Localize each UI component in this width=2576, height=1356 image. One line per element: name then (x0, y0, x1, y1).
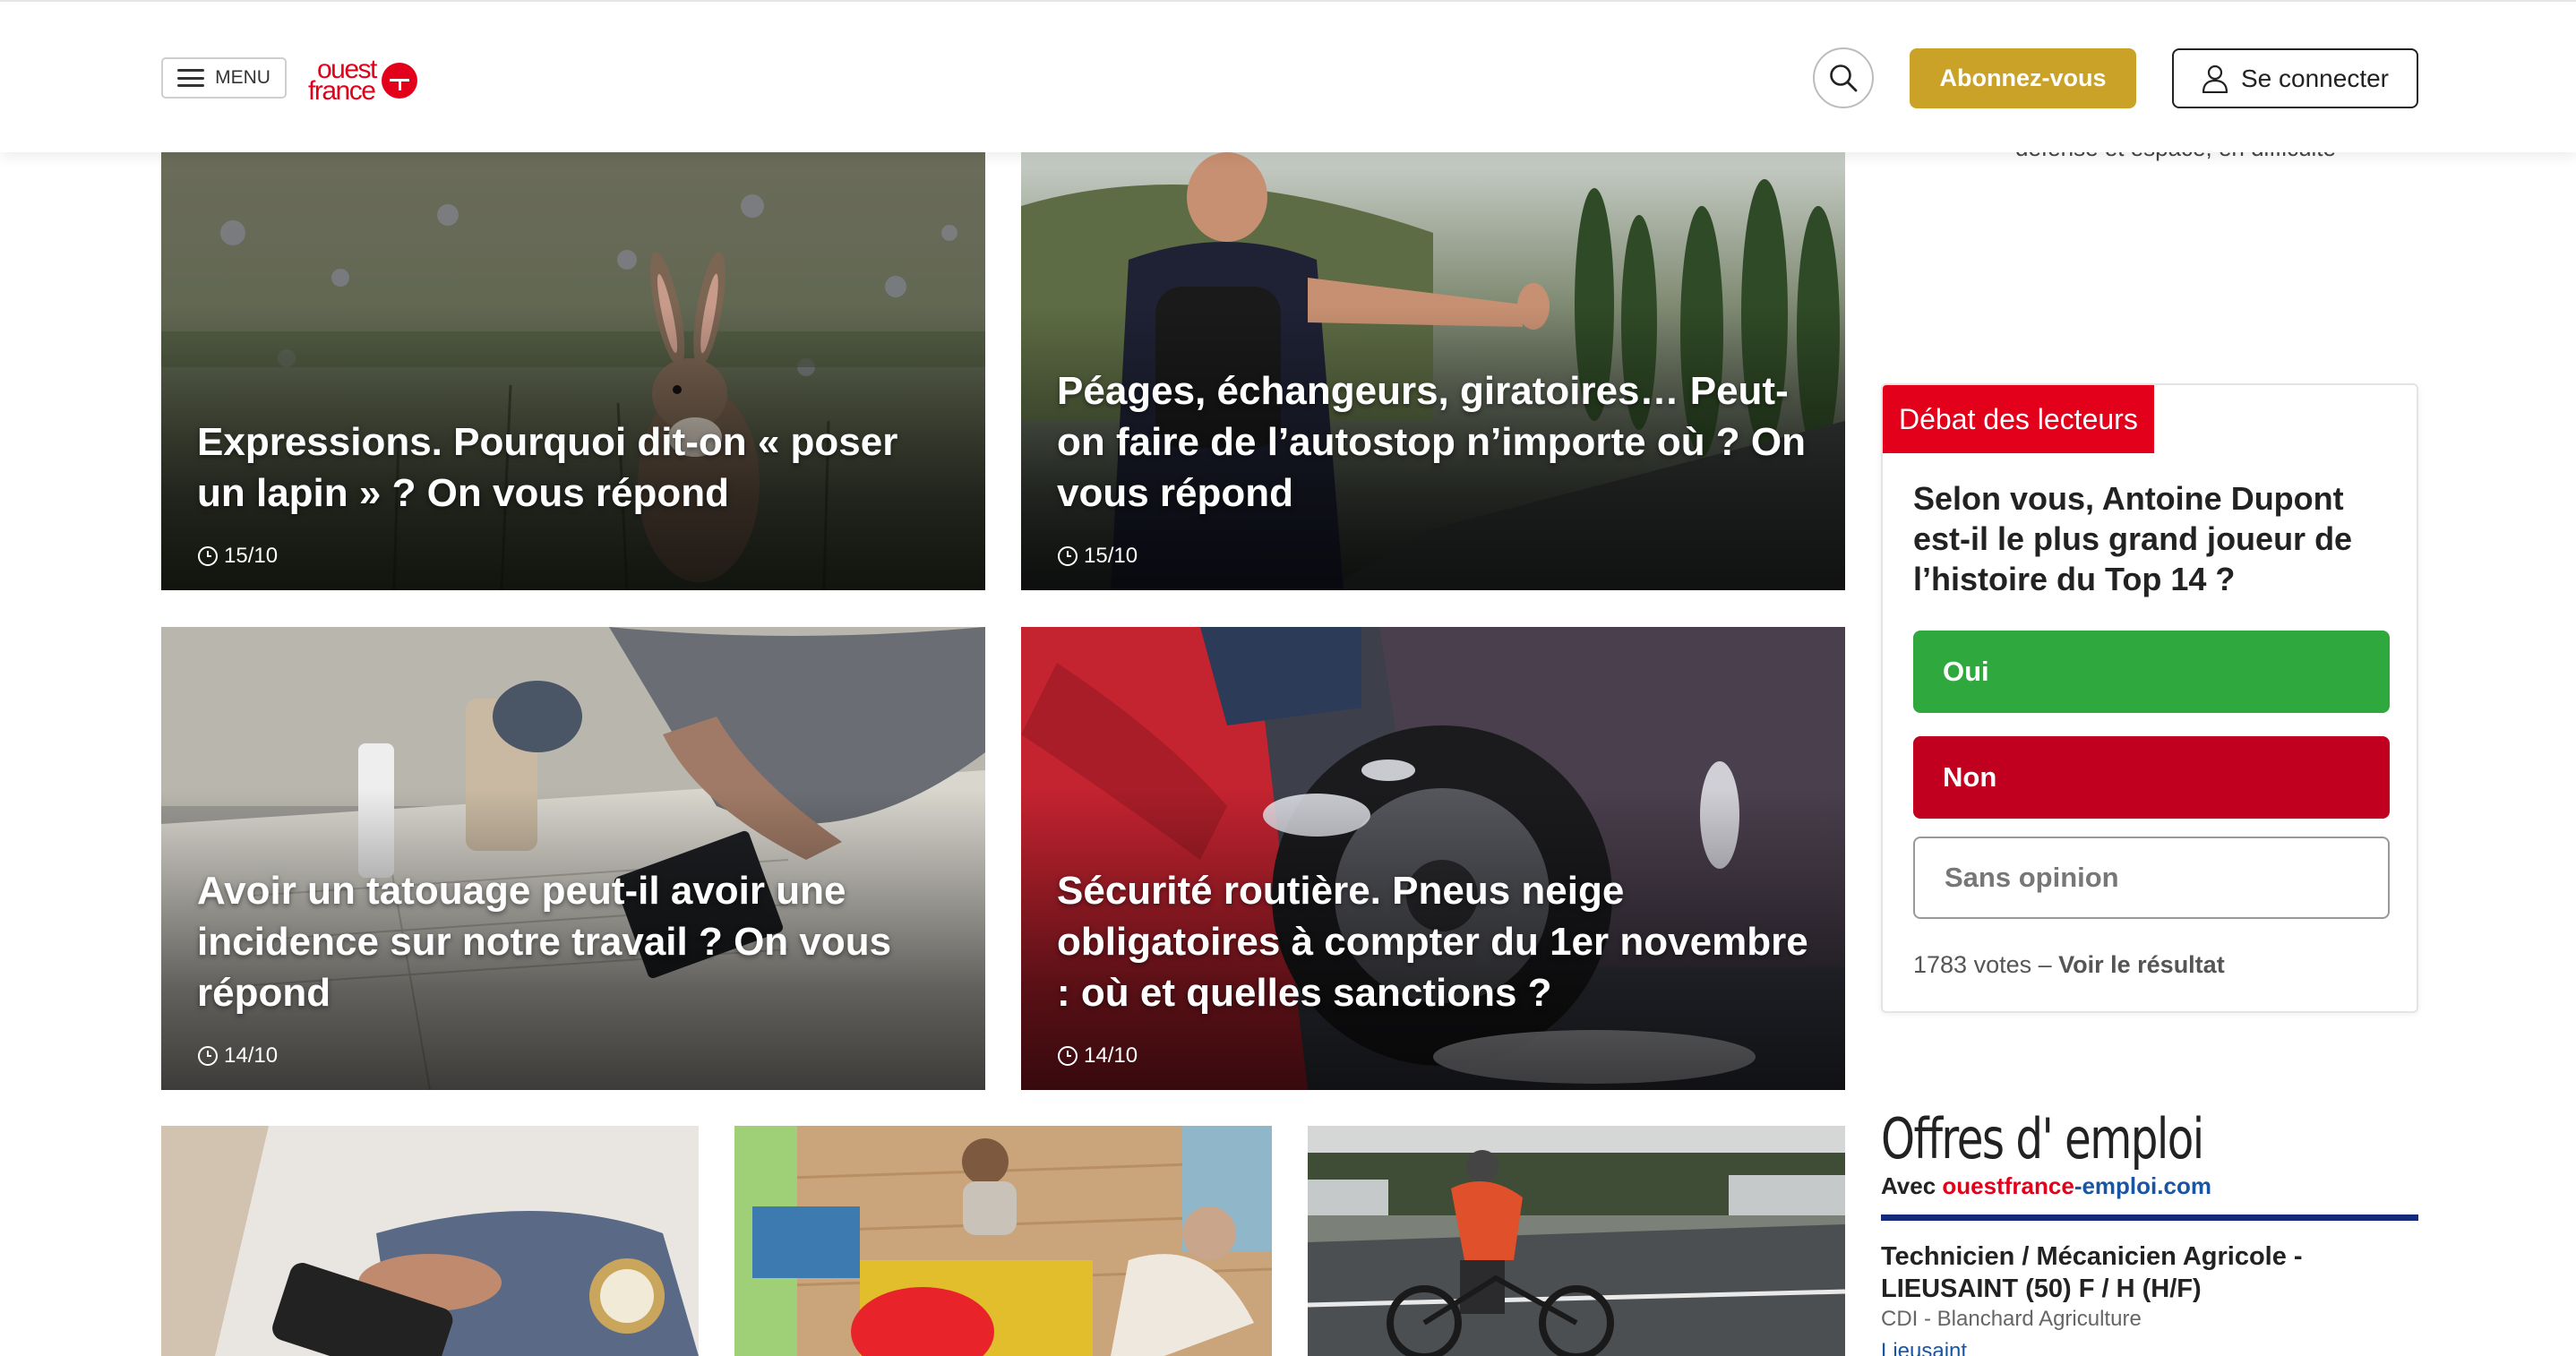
article-title[interactable]: Sécurité routière. Pneus neige obligatoi… (1057, 865, 1809, 1018)
phone-hand-photo (161, 1126, 699, 1356)
search-icon (1830, 64, 1858, 92)
user-icon (2202, 64, 2228, 93)
source-prefix: Avec (1881, 1172, 1943, 1199)
vote-no-button[interactable]: Non (1913, 736, 2390, 819)
votes-count: 1783 votes – (1913, 951, 2059, 978)
article-title[interactable]: Avoir un tatouage peut-il avoir une inci… (197, 865, 949, 1018)
article-date-text: 14/10 (224, 1043, 279, 1068)
article-date-text: 15/10 (224, 544, 279, 568)
clock-icon (198, 1046, 218, 1066)
hamburger-icon (177, 69, 205, 87)
reader-debate-widget: Débat des lecteurs Selon vous, Antoine D… (1881, 383, 2418, 1013)
see-result-link[interactable]: Voir le résultat (2058, 951, 2225, 978)
article-date: 15/10 (1057, 544, 1138, 569)
debate-footer: 1783 votes – Voir le résultat (1913, 951, 2225, 979)
section-divider (1881, 1214, 2418, 1221)
article-title[interactable]: Expressions. Pourquoi dit-on « poser un … (197, 416, 949, 519)
job-offer-company: CDI - Blanchard Agriculture (1881, 1307, 2142, 1331)
photo-overlay (161, 627, 985, 1090)
site-header: MENU ouest france Abonnez-vous Se connec… (0, 0, 2576, 152)
logo-mark-icon (381, 63, 417, 99)
login-label: Se connecter (2241, 64, 2389, 92)
photo-overlay (1021, 627, 1845, 1090)
photo-overlay (161, 152, 985, 590)
source-brand-red[interactable]: ouestfrance (1942, 1172, 2074, 1199)
article-date: 15/10 (197, 544, 278, 569)
article-date: 14/10 (197, 1043, 278, 1068)
article-card[interactable]: Péages, échangeurs, giratoires… Peut-on … (1021, 152, 1845, 590)
article-card[interactable] (1308, 1126, 1845, 1356)
article-card[interactable]: Expressions. Pourquoi dit-on « poser un … (161, 152, 985, 590)
logo-line2: france (308, 76, 376, 106)
article-card[interactable] (161, 1126, 699, 1356)
subscribe-button[interactable]: Abonnez-vous (1910, 48, 2136, 108)
article-title[interactable]: Péages, échangeurs, giratoires… Peut-on … (1057, 365, 1809, 519)
login-button[interactable]: Se connecter (2172, 48, 2418, 108)
job-offer-location[interactable]: Lieusaint (1881, 1339, 2418, 1356)
clock-icon (1058, 1046, 1078, 1066)
vote-no-opinion-button[interactable]: Sans opinion (1913, 837, 2390, 919)
article-date: 14/10 (1057, 1043, 1138, 1068)
debate-badge: Débat des lecteurs (1883, 385, 2154, 453)
job-offers-heading: Offres d' emploi (1881, 1106, 2204, 1171)
debate-question: Selon vous, Antoine Dupont est-il le plu… (1913, 480, 2353, 597)
search-button[interactable] (1813, 47, 1874, 108)
job-offers-section: Offres d' emploi Avec ouestfrance-emploi… (1881, 1106, 2418, 1356)
menu-label: MENU (215, 67, 270, 88)
article-card[interactable] (734, 1126, 1272, 1356)
article-date-text: 15/10 (1084, 544, 1138, 568)
cyclist-photo (1308, 1126, 1845, 1356)
ouest-france-logo[interactable]: ouest france (308, 54, 417, 107)
source-brand-blue[interactable]: -emploi.com (2074, 1172, 2211, 1199)
article-card[interactable]: Avoir un tatouage peut-il avoir une inci… (161, 627, 985, 1090)
clock-icon (198, 546, 218, 566)
vote-yes-button[interactable]: Oui (1913, 631, 2390, 713)
clock-icon (1058, 546, 1078, 566)
job-offer-title[interactable]: Technicien / Mécanicien Agricole - LIEUS… (1881, 1240, 2418, 1305)
children-playing-photo (734, 1126, 1272, 1356)
job-offers-source: Avec ouestfrance-emploi.com (1881, 1172, 2418, 1200)
article-date-text: 14/10 (1084, 1043, 1138, 1068)
article-card[interactable]: Sécurité routière. Pneus neige obligatoi… (1021, 627, 1845, 1090)
menu-button[interactable]: MENU (161, 57, 287, 99)
